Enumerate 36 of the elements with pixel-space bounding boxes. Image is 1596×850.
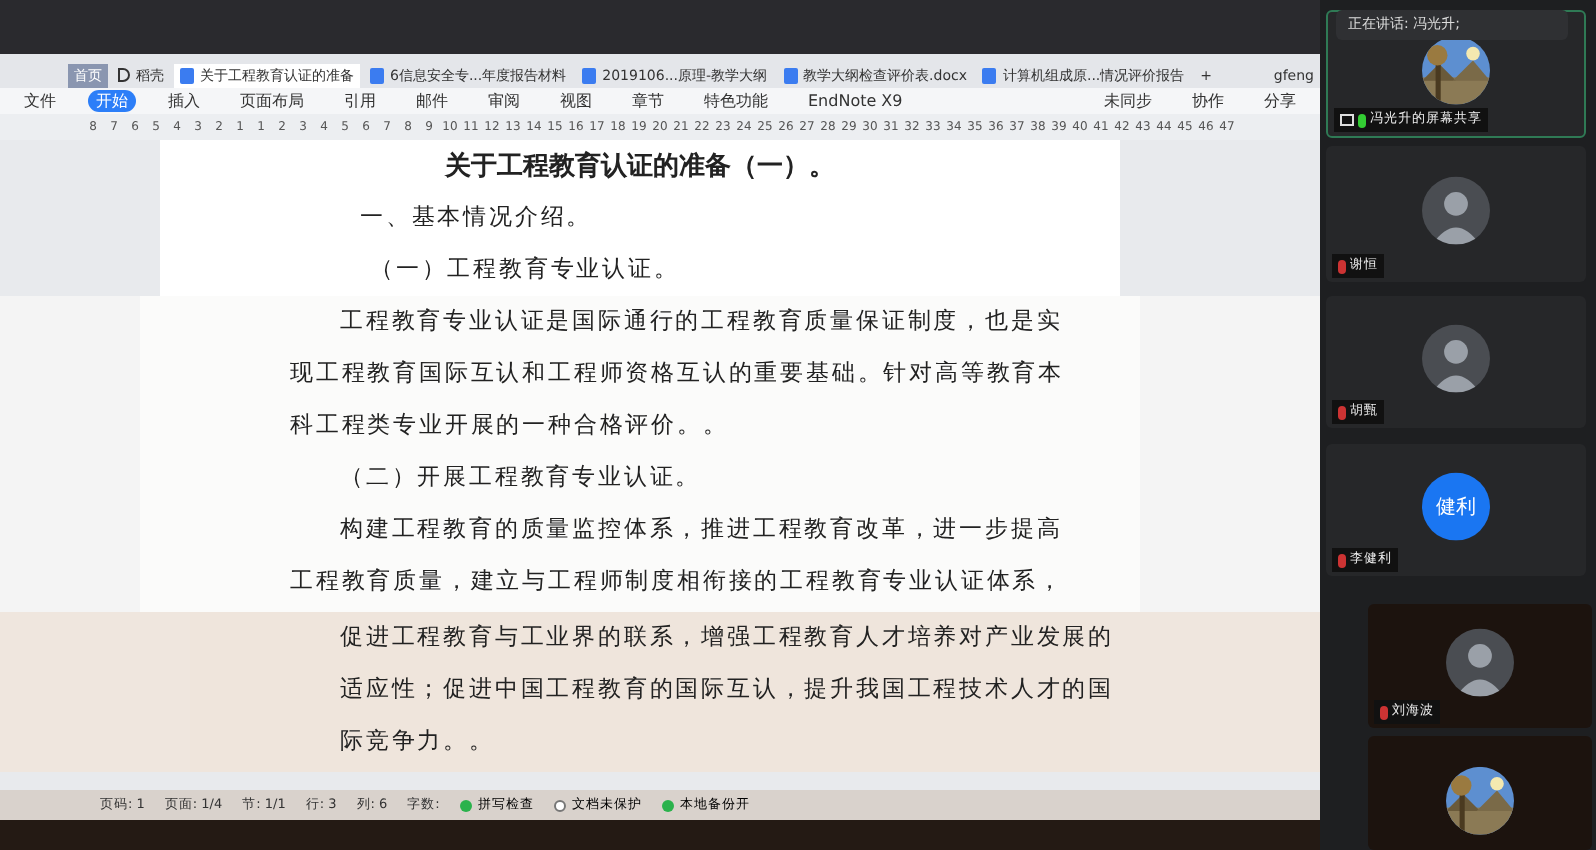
document-icon — [783, 67, 798, 84]
ribbon-tab[interactable]: 审阅 — [480, 90, 528, 112]
file-menu[interactable]: 文件 — [16, 90, 64, 112]
paragraph: 工程教育专业认证是国际通行的工程教育质量保证制度，也是实 — [338, 306, 1065, 338]
paragraph: 际竞争力。。 — [338, 726, 497, 758]
ribbon-tab[interactable]: 引用 — [336, 90, 384, 112]
avatar-silhouette — [1446, 628, 1514, 697]
toolbar-button[interactable]: 分享 — [1256, 90, 1304, 112]
paragraph: （一）工程教育专业认证。 — [368, 254, 682, 286]
ribbon-tab[interactable]: EndNote X9 — [800, 90, 911, 112]
toolbar-button[interactable]: 未同步 — [1096, 90, 1160, 112]
paragraph: 适应性；促进中国工程教育的国际互认，提升我国工程技术人才的国 — [338, 674, 1110, 706]
text-line: 科工程类专业开展的一种合格评价。。 — [290, 411, 731, 442]
document-icon — [582, 67, 597, 84]
ribbon-tab[interactable]: 视图 — [552, 90, 600, 112]
document-icon — [982, 67, 997, 84]
paragraph: （二）开展工程教育专业认证。 — [338, 462, 704, 494]
toolbar-button[interactable]: 协作 — [1184, 90, 1232, 112]
avatar-initials: 健利 — [1422, 472, 1490, 541]
paragraph: 构建工程教育的质量监控体系，推进工程教育改革，进一步提高 — [338, 514, 1065, 546]
avatar-silhouette — [1422, 324, 1490, 393]
docer-icon — [118, 68, 130, 83]
avatar-silhouette — [1422, 176, 1490, 245]
text-line: 现工程教育国际互认和工程师资格互认的重要基础。针对高等教育本 — [290, 358, 1066, 390]
document-icon — [370, 67, 384, 84]
ribbon-tab[interactable]: 页面布局 — [232, 90, 312, 112]
ribbon-tab[interactable]: 章节 — [624, 90, 672, 112]
ribbon-tab[interactable]: 邮件 — [408, 90, 456, 112]
ribbon-tab[interactable]: 特色功能 — [696, 90, 776, 112]
paragraph: 促进工程教育与工业界的联系，增强工程教育人才培养对产业发展的 — [338, 622, 1110, 654]
document-icon — [180, 67, 194, 84]
paragraph: 一、基本情况介绍。 — [358, 203, 595, 234]
ribbon-tab[interactable]: 开始 — [88, 90, 136, 112]
text-line: 工程教育质量，建立与工程师制度相衔接的工程教育专业认证体系， — [290, 566, 1066, 598]
ribbon-tab[interactable]: 插入 — [160, 90, 208, 112]
document-title: 关于工程教育认证的准备（一）。 — [442, 148, 837, 184]
